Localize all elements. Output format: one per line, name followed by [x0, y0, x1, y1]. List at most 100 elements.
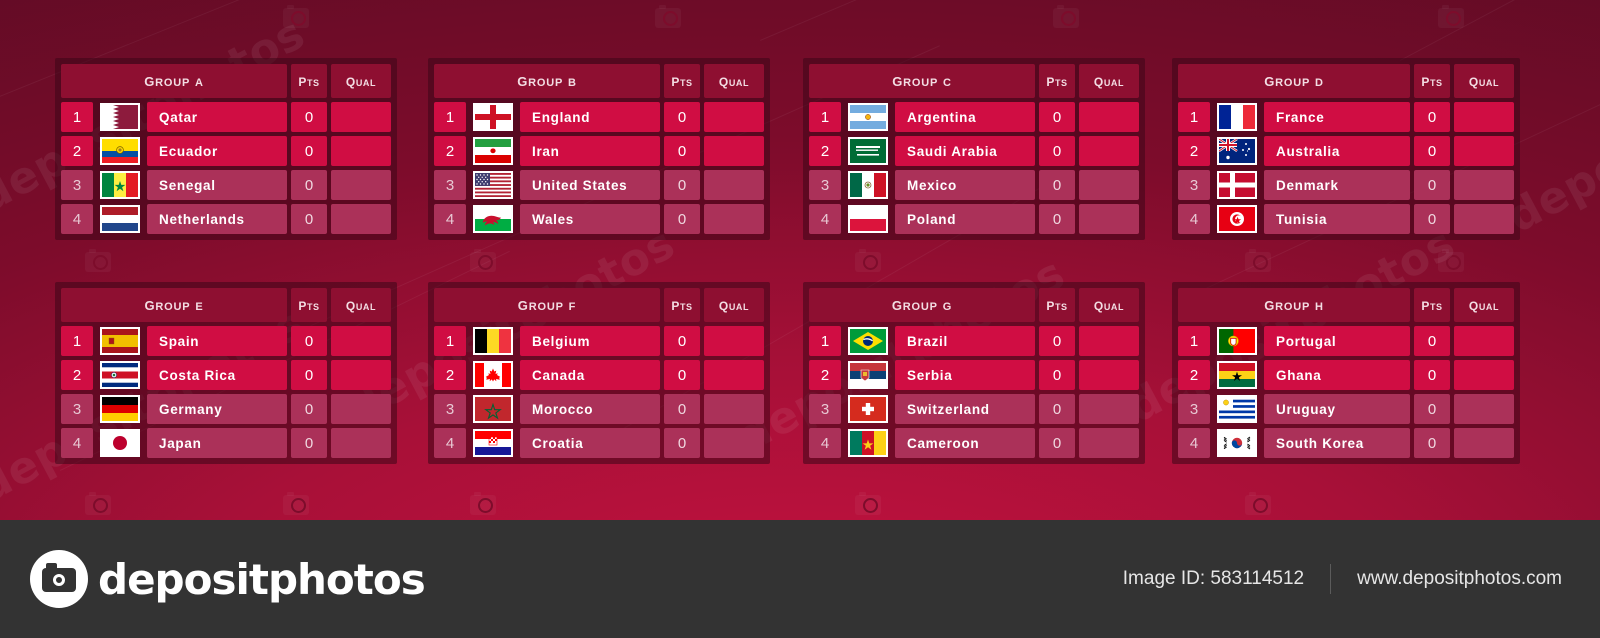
points-value: 0 [304, 142, 314, 160]
team-name-cell: England [520, 102, 660, 132]
table-row[interactable]: 4 Tunisia 0 [1178, 204, 1514, 234]
group-title-cell: Group F [434, 288, 660, 322]
team-name-cell: Costa Rica [147, 360, 287, 390]
table-row[interactable]: 1 Qatar 0 [61, 102, 391, 132]
table-row[interactable]: 3 Switzerland 0 [809, 394, 1139, 424]
rank-value: 2 [72, 366, 82, 384]
table-row[interactable]: 3 Uruguay 0 [1178, 394, 1514, 424]
qual-header-cell: Qual [1079, 64, 1139, 98]
team-name-cell: Japan [147, 428, 287, 458]
table-row[interactable]: 1 England 0 [434, 102, 764, 132]
team-name-cell: Brazil [895, 326, 1035, 356]
group-title-cell: Group H [1178, 288, 1410, 322]
table-row[interactable]: 4 Cameroon 0 [809, 428, 1139, 458]
team-name: Senegal [159, 177, 216, 193]
team-name: England [532, 109, 591, 125]
flag-cell [470, 326, 516, 356]
qualification-cell [331, 102, 391, 132]
website-link[interactable]: www.depositphotos.com [1357, 568, 1562, 590]
table-row[interactable]: 3 Mexico 0 [809, 170, 1139, 200]
table-row[interactable]: 3 Morocco 0 [434, 394, 764, 424]
team-name: Cameroon [907, 435, 980, 451]
points-value: 0 [1427, 176, 1437, 194]
table-row[interactable]: 2 Ecuador 0 [61, 136, 391, 166]
group-panel-a: Group A Pts Qual 1 Qatar 0 2 Ecuador 0 3 Senegal 0 4… [55, 58, 397, 240]
rank-cell: 1 [61, 326, 93, 356]
table-row[interactable]: 2 Australia 0 [1178, 136, 1514, 166]
points-cell: 0 [291, 360, 327, 390]
table-row[interactable]: 1 Brazil 0 [809, 326, 1139, 356]
table-row[interactable]: 4 Wales 0 [434, 204, 764, 234]
flag-icon-portugal [1217, 327, 1257, 355]
rank-cell: 3 [61, 170, 93, 200]
table-row[interactable]: 2 Costa Rica 0 [61, 360, 391, 390]
pts-header-label: Pts [1046, 71, 1068, 90]
table-row[interactable]: 1 Spain 0 [61, 326, 391, 356]
team-name: Denmark [1276, 177, 1339, 193]
group-title: Group C [892, 70, 952, 91]
points-cell: 0 [1414, 326, 1450, 356]
brand-wordmark: depositphotos [98, 554, 426, 604]
group-table: Group F Pts Qual 1 Belgium 0 2 Canada 0 3 Morocco 0… [434, 288, 764, 458]
table-row[interactable]: 3 Germany 0 [61, 394, 391, 424]
team-name: Wales [532, 211, 575, 227]
group-table: Group C Pts Qual 1 Argentina 0 2 Saudi Arabia 0 3… [809, 64, 1139, 234]
team-name-cell: Ghana [1264, 360, 1410, 390]
table-row[interactable]: 4 Japan 0 [61, 428, 391, 458]
table-row[interactable]: 4 Netherlands 0 [61, 204, 391, 234]
team-name-cell: Portugal [1264, 326, 1410, 356]
table-header-row: Group C Pts Qual [809, 64, 1139, 98]
team-name: Saudi Arabia [907, 143, 998, 159]
qualification-cell [1079, 170, 1139, 200]
points-cell: 0 [291, 102, 327, 132]
group-title-cell: Group C [809, 64, 1035, 98]
table-row[interactable]: 1 France 0 [1178, 102, 1514, 132]
table-row[interactable]: 3 United States 0 [434, 170, 764, 200]
qual-header-label: Qual [1093, 71, 1125, 90]
rank-cell: 2 [1178, 136, 1210, 166]
table-row[interactable]: 4 Croatia 0 [434, 428, 764, 458]
pts-header-label: Pts [298, 71, 320, 90]
rank-value: 4 [72, 434, 82, 452]
group-title-cell: Group E [61, 288, 287, 322]
points-cell: 0 [1039, 170, 1075, 200]
rank-cell: 4 [1178, 204, 1210, 234]
table-row[interactable]: 2 Canada 0 [434, 360, 764, 390]
team-name: Germany [159, 401, 223, 417]
rank-value: 3 [820, 176, 830, 194]
table-row[interactable]: 4 South Korea 0 [1178, 428, 1514, 458]
table-row[interactable]: 2 Iran 0 [434, 136, 764, 166]
flag-icon-poland [848, 205, 888, 233]
qualification-cell [704, 204, 764, 234]
group-title-cell: Group B [434, 64, 660, 98]
qual-header-label: Qual [718, 71, 750, 90]
team-name-cell: Denmark [1264, 170, 1410, 200]
table-row[interactable]: 2 Serbia 0 [809, 360, 1139, 390]
flag-cell [1214, 204, 1260, 234]
table-row[interactable]: 4 Poland 0 [809, 204, 1139, 234]
pts-header-cell: Pts [1414, 64, 1450, 98]
table-row[interactable]: 1 Argentina 0 [809, 102, 1139, 132]
table-row[interactable]: 1 Portugal 0 [1178, 326, 1514, 356]
group-title: Group B [517, 70, 577, 91]
group-table: Group G Pts Qual 1 Brazil 0 2 Serbia 0 3 Switzerla… [809, 288, 1139, 458]
qualification-cell [1079, 102, 1139, 132]
pts-header-cell: Pts [664, 288, 700, 322]
pts-header-label: Pts [1421, 295, 1443, 314]
group-panel-c: Group C Pts Qual 1 Argentina 0 2 Saudi Arabia 0 3… [803, 58, 1145, 240]
flag-icon-england [473, 103, 513, 131]
team-name-cell: France [1264, 102, 1410, 132]
rank-value: 1 [1189, 108, 1199, 126]
pts-header-label: Pts [298, 295, 320, 314]
table-row[interactable]: 2 Saudi Arabia 0 [809, 136, 1139, 166]
points-value: 0 [1052, 366, 1062, 384]
table-row[interactable]: 3 Denmark 0 [1178, 170, 1514, 200]
table-row[interactable]: 1 Belgium 0 [434, 326, 764, 356]
rank-value: 2 [1189, 366, 1199, 384]
flag-cell [845, 136, 891, 166]
camera-icon [30, 550, 88, 608]
points-cell: 0 [1414, 428, 1450, 458]
table-row[interactable]: 2 Ghana 0 [1178, 360, 1514, 390]
flag-icon-argentina [848, 103, 888, 131]
table-row[interactable]: 3 Senegal 0 [61, 170, 391, 200]
